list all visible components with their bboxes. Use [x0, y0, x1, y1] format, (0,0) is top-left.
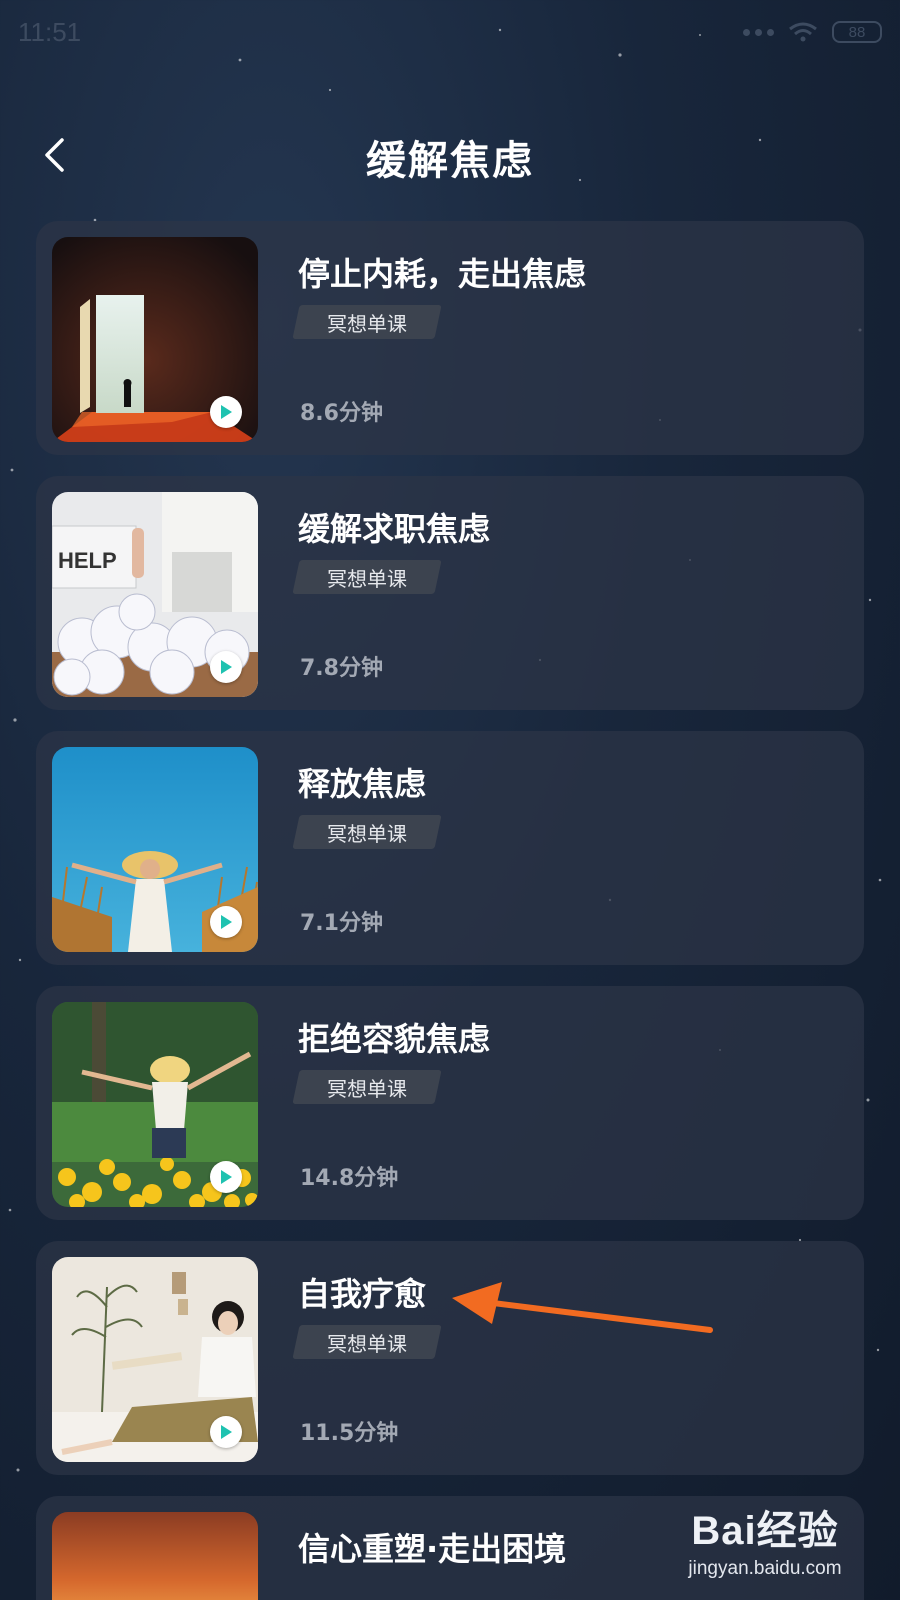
play-icon [221, 915, 232, 929]
battery-level: 88 [848, 23, 866, 41]
course-thumbnail [52, 237, 258, 442]
play-icon [221, 660, 232, 674]
play-icon [221, 405, 232, 419]
play-button[interactable] [210, 396, 242, 428]
course-thumbnail [52, 747, 258, 952]
play-button[interactable] [210, 1161, 242, 1193]
watermark-logo: Bai经验 [691, 1509, 839, 1553]
course-tag: 冥想单课 [296, 1325, 438, 1359]
baidu-jingyan-watermark: Bai经验 jingyan.baidu.com [660, 1498, 870, 1588]
course-tag: 冥想单课 [296, 1070, 438, 1104]
course-card[interactable]: 释放焦虑 冥想单课 7.1分钟 [36, 731, 864, 965]
status-icons: 88 [743, 21, 882, 43]
watermark-url: jingyan.baidu.com [688, 1558, 842, 1579]
status-bar: 11:51 88 [0, 0, 900, 64]
course-duration: 14.8分钟 [300, 1166, 399, 1191]
wifi-icon [789, 22, 817, 42]
course-title: 释放焦虑 [298, 765, 427, 803]
course-duration: 8.6分钟 [300, 401, 383, 426]
course-duration: 7.8分钟 [300, 656, 383, 681]
course-thumbnail [52, 1512, 258, 1600]
course-thumbnail [52, 1002, 258, 1207]
course-card[interactable]: 自我疗愈 冥想单课 11.5分钟 [36, 1241, 864, 1475]
more-dots-icon [743, 28, 774, 36]
page-title: 缓解焦虑 [366, 138, 534, 184]
course-thumbnail [52, 1257, 258, 1462]
course-card[interactable]: 停止内耗，走出焦虑 冥想单课 8.6分钟 [36, 221, 864, 455]
course-title: 停止内耗，走出焦虑 [298, 255, 587, 293]
help-sign-text: HELP [58, 548, 117, 573]
play-button[interactable] [210, 651, 242, 683]
course-card[interactable]: HELP 缓解求职焦虑 冥想单课 7.8分钟 [36, 476, 864, 710]
play-button[interactable] [210, 1416, 242, 1448]
header: 缓解焦虑 [0, 110, 900, 200]
status-time: 11:51 [18, 16, 82, 47]
course-title: 信心重塑·走出困境 [298, 1530, 567, 1568]
course-tag: 冥想单课 [296, 305, 438, 339]
battery-indicator: 88 [832, 21, 882, 43]
course-duration: 7.1分钟 [300, 911, 383, 936]
play-icon [221, 1425, 232, 1439]
course-title: 自我疗愈 [298, 1275, 427, 1313]
play-button[interactable] [210, 906, 242, 938]
play-icon [221, 1170, 232, 1184]
course-thumbnail: HELP [52, 492, 258, 697]
annotation-arrow [452, 1282, 713, 1333]
course-duration: 11.5分钟 [300, 1421, 399, 1446]
course-tag: 冥想单课 [296, 815, 438, 849]
course-tag: 冥想单课 [296, 560, 438, 594]
course-title: 拒绝容貌焦虑 [298, 1020, 491, 1058]
course-card[interactable]: 拒绝容貌焦虑 冥想单课 14.8分钟 [36, 986, 864, 1220]
thumbnail-image [52, 1512, 258, 1600]
course-title: 缓解求职焦虑 [298, 510, 491, 548]
